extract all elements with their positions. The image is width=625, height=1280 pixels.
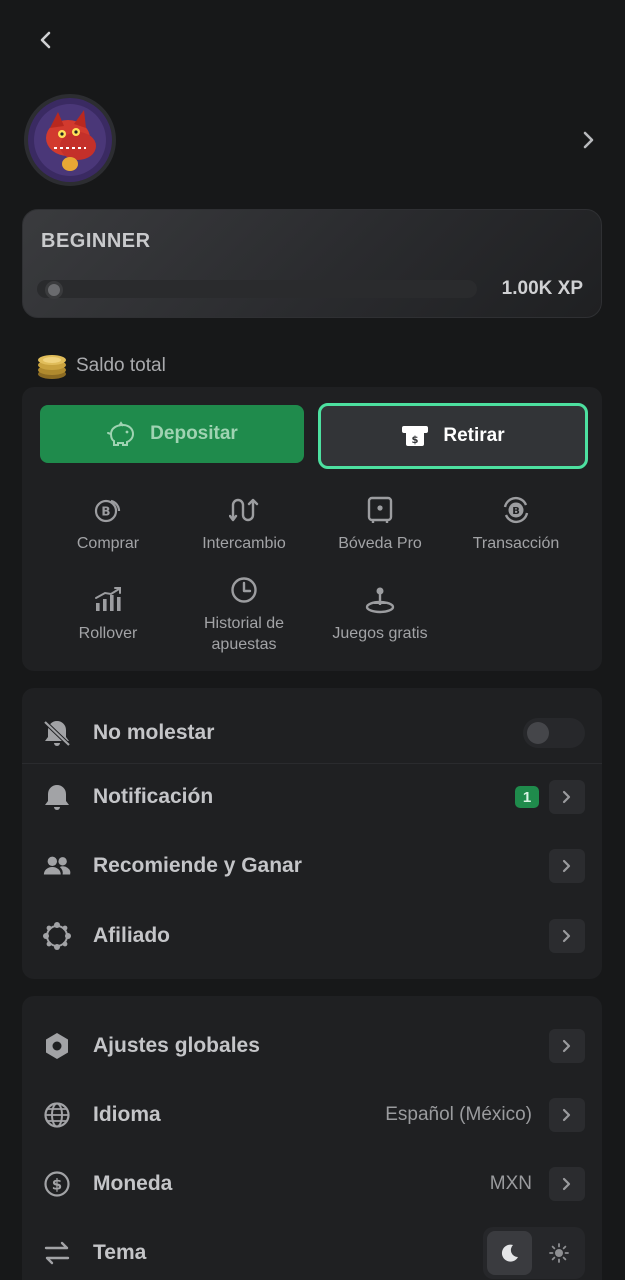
swap-arrows-icon (229, 498, 259, 522)
level-name: BEGINNER (41, 230, 151, 252)
language-chevron-button[interactable] (549, 1098, 585, 1132)
vault-icon (367, 496, 393, 523)
coins-icon (38, 355, 66, 379)
coin-bitcoin-icon: B (94, 499, 121, 523)
action-rollover[interactable]: Rollover (40, 583, 176, 644)
svg-text:$: $ (412, 435, 419, 446)
action-swap[interactable]: Intercambio (176, 493, 312, 554)
svg-text:B: B (101, 505, 110, 519)
refer-row[interactable]: Recomiende y Ganar (22, 835, 602, 897)
swap-horizontal-icon (44, 1241, 70, 1265)
xp-progress-bar (37, 280, 477, 299)
withdraw-cash-icon: $ (402, 426, 429, 446)
chevron-right-icon (562, 1039, 571, 1053)
withdraw-button[interactable]: $ Retirar (318, 403, 588, 469)
preferences-card: No molestar Notificación 1 Recomiende y … (22, 688, 602, 979)
language-row[interactable]: Idioma Español (México) (22, 1084, 602, 1146)
language-value: Español (México) (385, 1104, 532, 1125)
balance-label: Saldo total (76, 355, 166, 376)
currency-label: Moneda (93, 1172, 173, 1195)
back-button[interactable] (30, 24, 62, 56)
dark-theme-option[interactable] (487, 1231, 532, 1275)
affiliate-row[interactable]: Afiliado (22, 905, 602, 967)
xp-progress-knob (45, 281, 63, 299)
action-buy[interactable]: B Comprar (40, 493, 176, 554)
chevron-right-icon (562, 859, 571, 873)
light-theme-option[interactable] (536, 1231, 581, 1275)
deposit-label: Depositar (150, 423, 238, 444)
deposit-button[interactable]: Depositar (40, 405, 304, 463)
wallet-card: Depositar $ Retirar B Comprar Intercambi… (22, 387, 602, 671)
global-settings-chevron-button[interactable] (549, 1029, 585, 1063)
theme-switch (483, 1227, 585, 1279)
profile-chevron-button[interactable] (574, 124, 602, 156)
divider (22, 763, 602, 764)
action-label: Transacción (472, 535, 560, 552)
rollover-chart-icon (95, 587, 121, 611)
dnd-label: No molestar (93, 721, 215, 744)
refer-chevron-button[interactable] (549, 849, 585, 883)
action-label: Bóveda Pro (338, 535, 422, 552)
currency-chevron-button[interactable] (549, 1167, 585, 1201)
theme-row: Tema (22, 1222, 602, 1280)
bell-icon (45, 785, 69, 810)
joystick-icon (365, 587, 395, 614)
notification-chevron-button[interactable] (549, 780, 585, 814)
balance-row: Saldo total (36, 350, 166, 382)
global-settings-row[interactable]: Ajustes globales (22, 1015, 602, 1077)
action-vault[interactable]: Bóveda Pro (312, 493, 448, 554)
settings-card: Ajustes globales Idioma Español (México)… (22, 996, 602, 1280)
transaction-icon: B (503, 496, 529, 524)
currency-value: MXN (489, 1173, 532, 1194)
dragon-avatar-icon (28, 98, 112, 182)
action-bet-history[interactable]: Historial de apuestas (176, 573, 312, 655)
action-label: Comprar (76, 535, 140, 552)
currency-row[interactable]: $ Moneda MXN (22, 1153, 602, 1215)
dnd-row[interactable]: No molestar (22, 702, 602, 764)
affiliate-chevron-button[interactable] (549, 919, 585, 953)
language-label: Idioma (93, 1103, 161, 1126)
action-label: Juegos gratis (332, 625, 428, 642)
refer-label: Recomiende y Ganar (93, 854, 302, 877)
toggle-knob (527, 722, 549, 744)
dollar-circle-icon: $ (44, 1171, 70, 1197)
moon-icon (501, 1244, 518, 1262)
muted-bell-icon (43, 720, 71, 747)
svg-text:$: $ (52, 1176, 62, 1194)
notification-label: Notificación (93, 785, 214, 808)
action-label: Intercambio (202, 535, 286, 552)
action-label: Rollover (78, 625, 138, 642)
hexagon-settings-icon (46, 1033, 68, 1059)
globe-icon (44, 1102, 70, 1128)
dnd-toggle[interactable] (523, 718, 585, 748)
users-icon (43, 856, 71, 875)
theme-label: Tema (93, 1241, 147, 1264)
sun-icon (548, 1243, 569, 1263)
action-transaction[interactable]: B Transacción (448, 493, 584, 554)
avatar[interactable] (24, 94, 116, 186)
svg-text:B: B (512, 506, 520, 517)
action-label: Historial de apuestas (203, 615, 285, 653)
chevron-right-icon (562, 929, 571, 943)
notification-badge: 1 (515, 786, 539, 808)
withdraw-label: Retirar (443, 425, 505, 446)
action-free-games[interactable]: Juegos gratis (312, 583, 448, 644)
vip-level-card[interactable]: BEGINNER 1.00K XP (22, 209, 602, 318)
chevron-right-icon (583, 131, 594, 149)
xp-label: 1.00K XP (501, 278, 583, 299)
global-settings-label: Ajustes globales (93, 1034, 260, 1057)
notification-row[interactable]: Notificación 1 (22, 766, 602, 828)
chevron-right-icon (562, 790, 571, 804)
chevron-right-icon (562, 1108, 571, 1122)
affiliate-label: Afiliado (93, 924, 170, 947)
affiliate-network-icon (43, 922, 71, 950)
piggy-bank-icon (107, 421, 135, 446)
clock-icon (231, 577, 257, 603)
chevron-left-icon (40, 31, 51, 49)
chevron-right-icon (562, 1177, 571, 1191)
